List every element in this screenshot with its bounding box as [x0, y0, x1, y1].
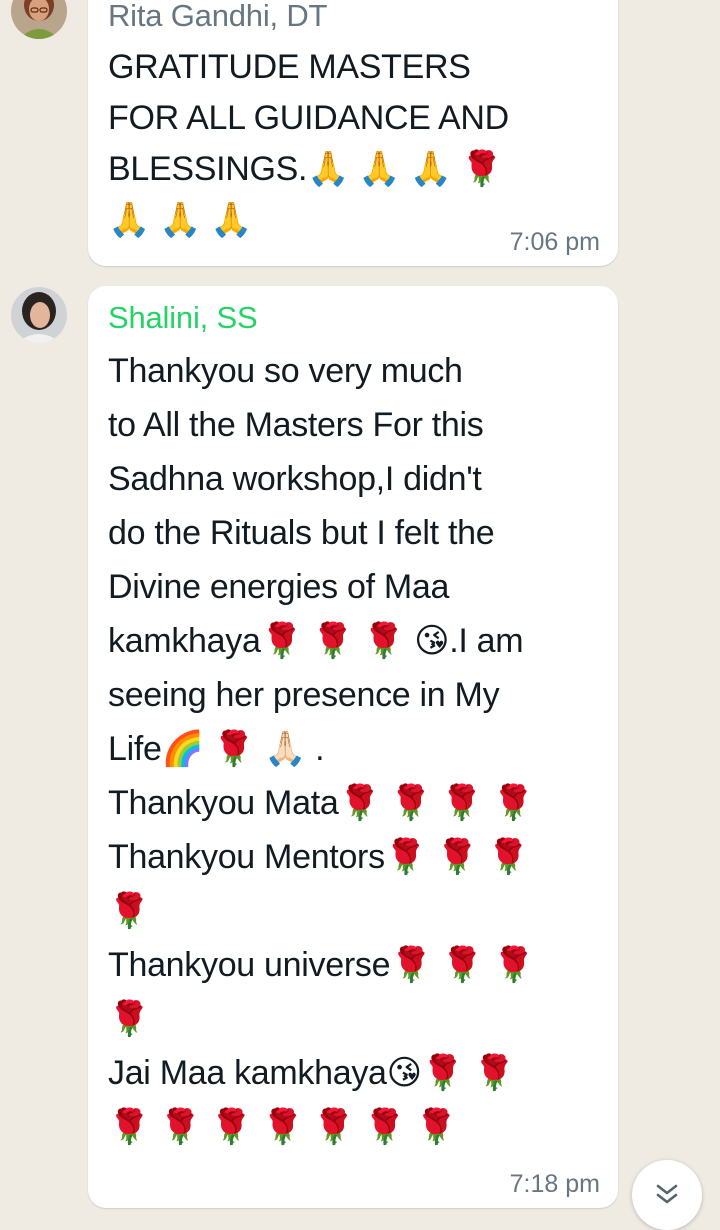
avatar-shalini[interactable] [11, 287, 67, 343]
message-timestamp: 7:18 pm [509, 1170, 600, 1198]
message-text: Thankyou so very much to All the Masters… [108, 352, 535, 1146]
sender-name[interactable]: Rita Gandhi, DT [108, 0, 327, 34]
chat-message-list[interactable]: Rita Gandhi, DT GRATITUDE MASTERS FOR AL… [0, 0, 720, 1230]
message-bubble-rita[interactable]: Rita Gandhi, DT GRATITUDE MASTERS FOR AL… [88, 0, 618, 266]
sender-name[interactable]: Shalini, SS [108, 300, 258, 336]
avatar-image [11, 0, 67, 39]
message-bubble-shalini[interactable]: Shalini, SS Thankyou so very much to All… [88, 286, 618, 1208]
message-text: GRATITUDE MASTERS FOR ALL GUIDANCE AND B… [108, 48, 509, 239]
avatar-image [11, 287, 67, 343]
double-chevron-down-icon [656, 1184, 678, 1204]
message-timestamp: 7:06 pm [509, 228, 600, 256]
avatar-rita-gandhi[interactable] [11, 0, 67, 39]
